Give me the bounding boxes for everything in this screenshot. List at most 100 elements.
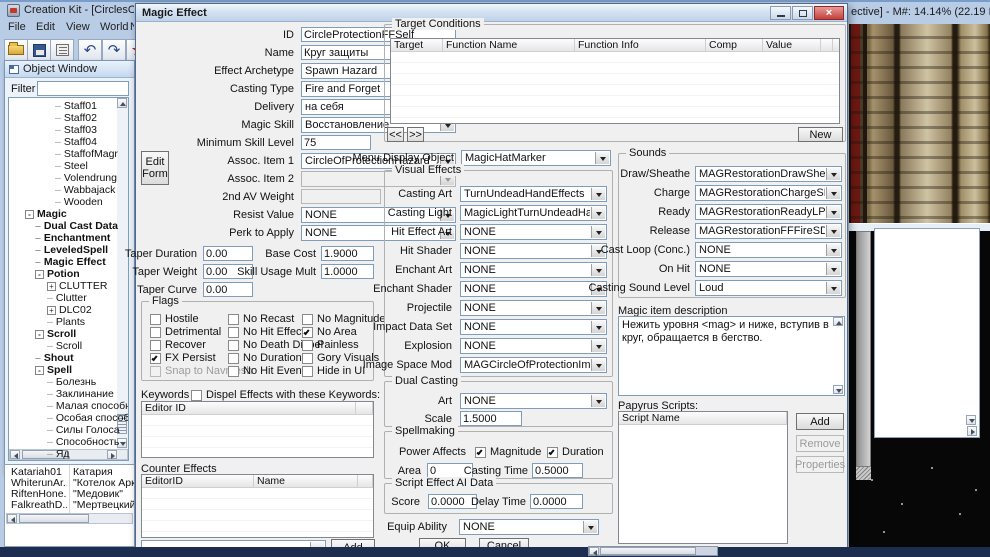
explosion-dropdown[interactable]: NONE (460, 338, 607, 354)
tree-item-scroll[interactable]: –Scroll (47, 340, 82, 352)
tree-item-staff01[interactable]: –Staff01 (55, 100, 97, 112)
checkbox-unchecked[interactable] (302, 353, 313, 364)
casting-time-input[interactable] (532, 463, 583, 478)
checkbox-unchecked[interactable] (150, 327, 161, 338)
tree-item-magic-effect[interactable]: –Magic Effect (35, 256, 106, 268)
flag-hide-in-ui[interactable]: Hide in UI (302, 365, 365, 377)
tree-item-clutter[interactable]: –Clutter (47, 292, 87, 304)
papyrus-header-script-name[interactable]: Script Name (619, 412, 787, 425)
dropdown-arrow-icon[interactable] (591, 340, 605, 352)
checkbox-unchecked[interactable] (191, 390, 202, 401)
conditions-header-blank[interactable] (833, 39, 840, 52)
dropdown-arrow-icon[interactable] (591, 321, 605, 333)
checkbox-unchecked[interactable] (228, 327, 239, 338)
dropdown-arrow-icon[interactable] (826, 263, 840, 275)
list-item[interactable]: RiftenHone..."Медовик" (5, 488, 134, 499)
keywords-header-editor-id[interactable]: Editor ID (142, 402, 356, 415)
score-input[interactable] (428, 494, 477, 509)
dropdown-arrow-icon[interactable] (826, 225, 840, 237)
save-button[interactable] (27, 39, 51, 61)
expand-icon[interactable]: + (47, 282, 56, 291)
tree-item-leveledspell[interactable]: –LeveledSpell (35, 244, 108, 256)
object-window-titlebar[interactable]: Object Window (5, 61, 134, 78)
tree-item-shout[interactable]: –Shout (35, 352, 74, 364)
conditions-table[interactable]: TargetFunction NameFunction InfoCompValu… (390, 38, 840, 124)
dropdown-arrow-icon[interactable] (583, 521, 597, 533)
conditions-header-value[interactable]: Value (763, 39, 821, 52)
checkbox-unchecked[interactable] (228, 353, 239, 364)
flag-detrimental[interactable]: Detrimental (150, 326, 221, 338)
collapse-icon[interactable]: - (25, 210, 34, 219)
list-item[interactable]: WhiterunAr..."Котелок Аркад (5, 477, 134, 488)
conditions-header-comp[interactable]: Comp (706, 39, 763, 52)
dropdown-arrow-icon[interactable] (591, 264, 605, 276)
counter-header-blank[interactable] (358, 475, 373, 488)
open-button[interactable] (4, 39, 28, 61)
scrollbar-thumb[interactable] (19, 514, 89, 523)
counter-effects-list[interactable]: EditorID Name (141, 474, 374, 538)
checkbox-unchecked[interactable] (302, 366, 313, 377)
checkbox-unchecked[interactable] (150, 314, 161, 325)
scroll-down-icon[interactable] (833, 385, 843, 394)
flag-no-recast[interactable]: No Recast (228, 313, 294, 325)
dropdown-arrow-icon[interactable] (591, 395, 605, 407)
dropdown-arrow-icon[interactable] (826, 187, 840, 199)
scroll-left-icon[interactable] (7, 514, 17, 523)
dual-scale-input[interactable] (460, 411, 522, 426)
undo-button[interactable]: ↶ (78, 39, 102, 61)
tree-item-яд[interactable]: –Яд (47, 448, 70, 460)
charge-dropdown[interactable]: MAGRestorationChargeSD (695, 185, 842, 201)
draw-sheathe-dropdown[interactable]: MAGRestorationDrawSheatheLPM (695, 166, 842, 182)
checkbox-unchecked[interactable] (302, 314, 313, 325)
menu-view[interactable]: View (66, 21, 90, 33)
checkbox-unchecked[interactable] (150, 340, 161, 351)
edit-form-button[interactable]: Edit Form (141, 151, 169, 185)
list-horizontal-scrollbar[interactable] (6, 513, 133, 524)
flag-no-duration[interactable]: No Duration (228, 352, 302, 364)
render-marker-button[interactable] (126, 39, 135, 61)
tree-item-enchantment[interactable]: –Enchantment (35, 232, 110, 244)
tree-item-spell[interactable]: -Spell (35, 364, 72, 376)
dropdown-arrow-icon[interactable] (591, 207, 605, 219)
dropdown-arrow-icon[interactable] (591, 302, 605, 314)
conditions-table-body[interactable] (391, 52, 839, 123)
minimum-skill-level-input[interactable] (301, 135, 371, 150)
menu-edit[interactable]: Edit (36, 21, 55, 33)
scrollbar-thumb[interactable] (600, 547, 696, 555)
counter-header-name[interactable]: Name (254, 475, 358, 488)
checkbox-checked[interactable] (302, 327, 313, 338)
dropdown-arrow-icon[interactable] (826, 206, 840, 218)
scroll-right-icon[interactable] (967, 426, 977, 436)
tree-item-малая-способн[interactable]: –Малая способн (47, 400, 129, 412)
collapse-icon[interactable]: - (35, 366, 44, 375)
background-list-panel[interactable] (874, 228, 980, 438)
image-space-mod-dropdown[interactable]: MAGCircleOfProtectionImod (460, 357, 607, 373)
casting-light-dropdown[interactable]: MagicLightTurnUndeadHand01 (460, 205, 607, 221)
dropdown-arrow-icon[interactable] (826, 244, 840, 256)
on-hit-dropdown[interactable]: NONE (695, 261, 842, 277)
checkbox-unchecked[interactable] (228, 340, 239, 351)
casting-sound-level-dropdown[interactable]: Loud (695, 280, 842, 296)
impact-data-set-dropdown[interactable]: NONE (460, 319, 607, 335)
ready-dropdown[interactable]: MAGRestorationReadyLPSD (695, 204, 842, 220)
dispel-effects-checkbox[interactable]: Dispel Effects with these Keywords: (191, 389, 380, 401)
taper-curve-input[interactable] (203, 282, 253, 297)
taper-duration-input[interactable] (203, 246, 253, 261)
keywords-header-blank[interactable] (356, 402, 373, 415)
keywords-list[interactable]: Editor ID (141, 401, 374, 458)
flag-painless[interactable]: Painless (302, 339, 359, 351)
dropdown-arrow-icon[interactable] (826, 168, 840, 180)
keywords-list-body[interactable] (142, 415, 373, 457)
skill-usage-mult-input[interactable] (321, 264, 374, 279)
tree-item-potion[interactable]: -Potion (35, 268, 80, 280)
papyrus-add-button[interactable]: Add (796, 413, 844, 430)
magnitude-checkbox[interactable]: Magnitude (475, 446, 541, 458)
papyrus-scripts-list[interactable]: Script Name (618, 411, 788, 544)
flag-recover[interactable]: Recover (150, 339, 206, 351)
menu-world[interactable]: World (100, 21, 129, 33)
scroll-up-icon[interactable] (833, 317, 843, 326)
hit-effect-art-dropdown[interactable]: NONE (460, 224, 607, 240)
tree-item-scroll[interactable]: -Scroll (35, 328, 76, 340)
checkbox-unchecked[interactable] (228, 366, 239, 377)
counter-header-editorid[interactable]: EditorID (142, 475, 254, 488)
